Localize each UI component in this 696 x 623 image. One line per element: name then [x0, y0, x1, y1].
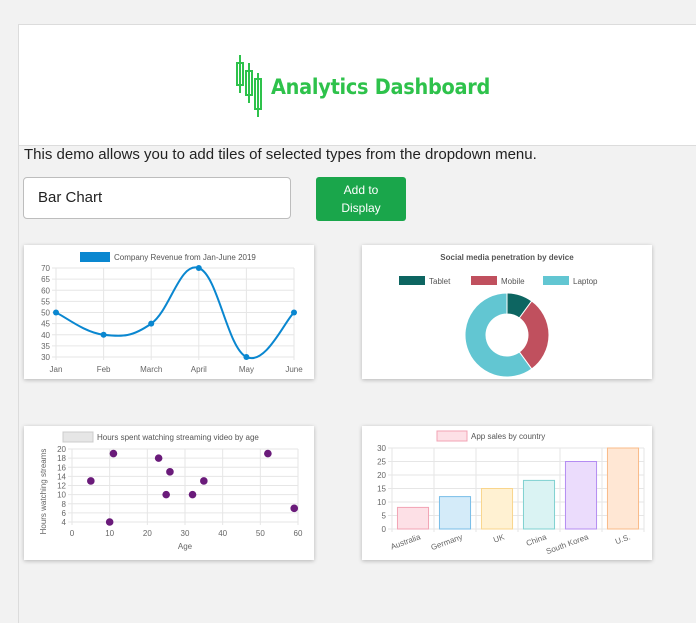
- header: Analytics Dashboard: [19, 25, 696, 146]
- y-tick-label: 40: [41, 331, 50, 340]
- scatter-point: [264, 449, 272, 458]
- legend-label: Company Revenue from Jan-June 2019: [114, 253, 256, 262]
- chart-title: Social media penetration by device: [440, 253, 574, 262]
- y-tick-label: 4: [62, 518, 67, 527]
- y-tick-label: 25: [377, 458, 386, 467]
- donut-chart: Social media penetration by device Tablet…: [399, 253, 598, 378]
- legend-swatch: [62, 431, 94, 443]
- x-tick-label: China: [525, 532, 548, 548]
- line-chart-tile: Company Revenue from Jan-June 2019 30 35 40…: [24, 245, 314, 379]
- x-tick-label: UK: [492, 532, 506, 544]
- y-tick-label: 16: [57, 463, 66, 472]
- data-point: [100, 331, 107, 338]
- scatter-point: [188, 490, 197, 499]
- y-tick-label: 10: [57, 491, 66, 500]
- x-tick-label: Feb: [97, 365, 111, 374]
- bar-australia: [396, 506, 430, 530]
- legend-label: Hours spent watching streaming video by …: [97, 433, 259, 442]
- x-tick-label: 40: [218, 529, 227, 538]
- x-tick-label: Australia: [389, 532, 422, 551]
- data-point: [195, 265, 202, 271]
- legend-label: Tablet: [429, 277, 451, 286]
- y-tick-label: 14: [57, 472, 66, 481]
- x-tick-label: March: [140, 365, 162, 374]
- x-tick-label: 10: [105, 529, 114, 538]
- y-tick-label: 35: [41, 342, 50, 351]
- donut-chart-tile: Social media penetration by device Tablet…: [362, 245, 652, 379]
- line-chart: Company Revenue from Jan-June 2019 30 35 40…: [41, 252, 303, 374]
- legend-label: Mobile: [501, 277, 525, 286]
- scatter-point: [87, 477, 95, 485]
- y-tick-label: 20: [57, 445, 66, 454]
- y-tick-label: 0: [382, 525, 387, 534]
- y-tick-label: 30: [41, 353, 50, 362]
- y-tick-label: 12: [57, 482, 66, 491]
- x-tick-label: U.S.: [614, 532, 632, 546]
- app-title: Analytics Dashboard: [271, 75, 491, 99]
- legend-swatch: [471, 276, 497, 285]
- legend-label: Laptop: [573, 277, 598, 286]
- x-tick-label: May: [239, 365, 254, 374]
- y-tick-label: 55: [41, 297, 50, 306]
- y-tick-label: 65: [41, 275, 50, 284]
- y-tick-label: 5: [382, 512, 387, 521]
- scatter-point: [154, 454, 163, 462]
- legend-swatch: [80, 252, 110, 262]
- y-tick-label: 60: [41, 286, 50, 295]
- y-tick-label: 8: [62, 500, 67, 509]
- y-axis-label: Hours watching streams: [39, 449, 48, 535]
- scatter-point: [109, 449, 118, 458]
- y-tick-label: 15: [377, 485, 386, 494]
- x-tick-label: 50: [256, 529, 265, 538]
- y-tick-label: 18: [57, 454, 66, 463]
- bar-chart: App sales by country 0 5 10 15 20 25 30 Australi…: [377, 430, 645, 556]
- x-axis-label: Age: [178, 542, 193, 551]
- data-point: [148, 320, 155, 327]
- y-tick-label: 30: [377, 444, 386, 453]
- x-tick-label: South Korea: [545, 532, 590, 556]
- x-tick-label: April: [191, 365, 207, 374]
- scatter-point: [162, 490, 170, 499]
- scatter-point: [105, 518, 114, 526]
- y-tick-label: 10: [377, 498, 386, 507]
- scatter-point: [200, 477, 208, 485]
- data-point: [53, 309, 59, 316]
- scatter-point: [290, 504, 299, 513]
- legend-swatch: [436, 430, 468, 442]
- legend-swatch: [543, 276, 569, 285]
- bar-south-korea: [564, 461, 598, 530]
- intro-text: This demo allows you to add tiles of sel…: [24, 146, 537, 163]
- add-to-display-button[interactable]: Add to Display: [316, 177, 406, 221]
- x-tick-label: Germany: [430, 532, 464, 552]
- x-tick-label: 30: [181, 529, 190, 538]
- add-to-display-label: Add to Display: [341, 183, 381, 215]
- x-tick-label: 0: [70, 529, 75, 538]
- logo: Analytics Dashboard: [235, 53, 490, 123]
- x-tick-label: June: [285, 365, 303, 374]
- y-tick-label: 6: [62, 509, 67, 518]
- x-tick-label: 20: [143, 529, 152, 538]
- bar-china: [522, 479, 556, 530]
- x-tick-label: Jan: [50, 365, 63, 374]
- scatter-point: [166, 468, 174, 476]
- bar-chart-tile: App sales by country 0 5 10 15 20 25 30 Australi…: [362, 426, 652, 560]
- legend-swatch: [399, 276, 425, 285]
- y-tick-label: 20: [377, 471, 386, 480]
- data-point: [243, 354, 250, 360]
- scatter-chart: Hours spent watching streaming video by …: [39, 431, 303, 551]
- bar-uk: [480, 488, 514, 530]
- legend-label: App sales by country: [471, 432, 545, 441]
- bar-u-s-: [606, 447, 640, 530]
- tile-type-select[interactable]: Bar Chart: [23, 177, 291, 219]
- scatter-chart-tile: Hours spent watching streaming video by …: [24, 426, 314, 560]
- data-point: [291, 309, 297, 316]
- bar-germany: [438, 496, 472, 530]
- y-tick-label: 45: [41, 320, 50, 329]
- candlestick-logo-icon: [236, 55, 262, 117]
- x-tick-label: 60: [294, 529, 303, 538]
- y-tick-label: 50: [41, 309, 50, 318]
- y-tick-label: 70: [41, 264, 50, 273]
